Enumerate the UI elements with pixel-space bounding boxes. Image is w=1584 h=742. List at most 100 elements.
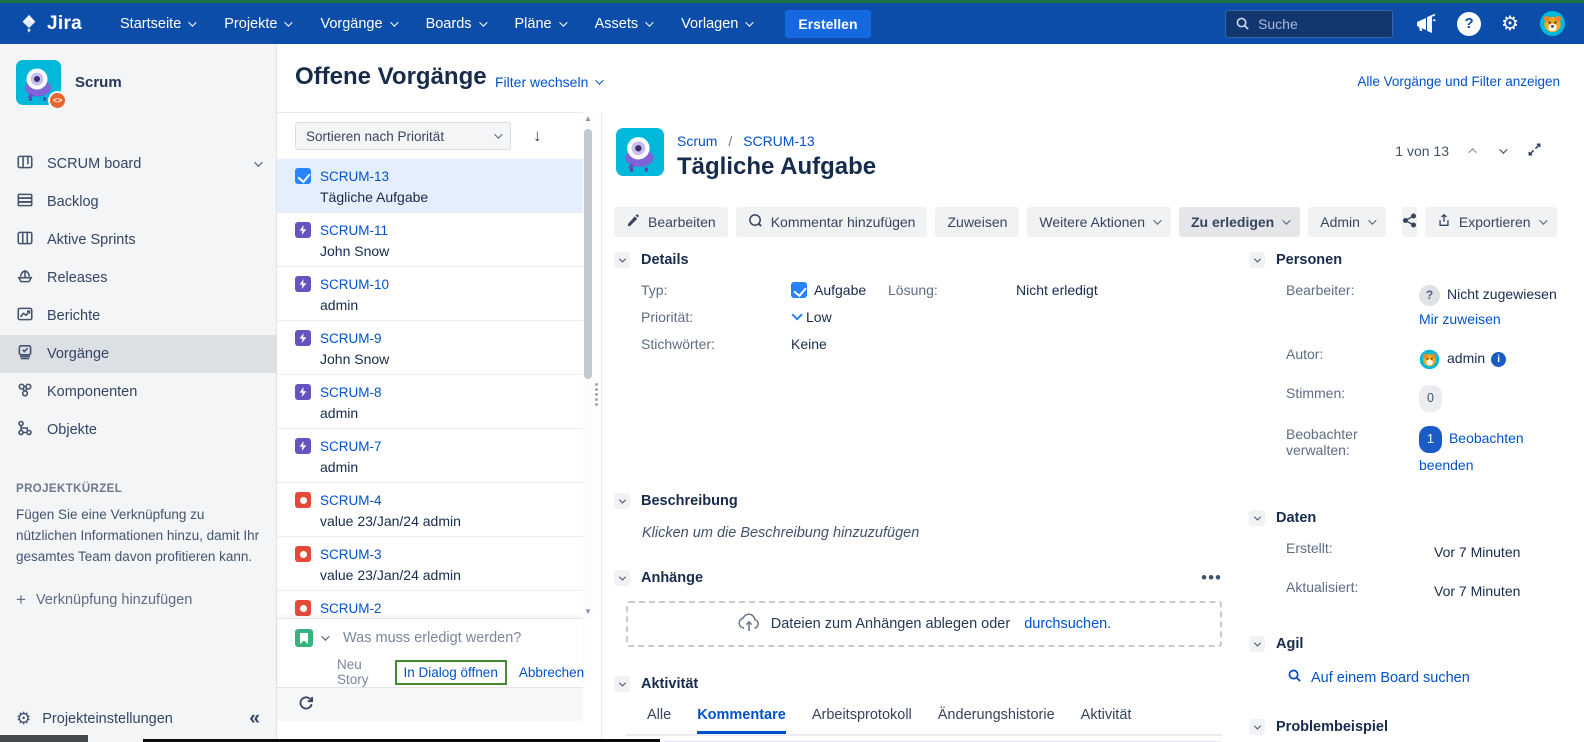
list-footer-bar bbox=[277, 687, 583, 721]
attachment-dropzone[interactable]: Dateien zum Anhängen ablegen oder durchs… bbox=[626, 601, 1222, 647]
search-input[interactable] bbox=[1258, 16, 1378, 32]
browse-link[interactable]: durchsuchen. bbox=[1024, 616, 1111, 632]
issue-key-link[interactable]: SCRUM-4 bbox=[320, 493, 382, 508]
scroll-up-arrow[interactable]: ▲ bbox=[584, 115, 592, 123]
sort-select[interactable]: Sortieren nach Priorität bbox=[295, 122, 511, 150]
problem-heading: Problembeispiel bbox=[1276, 719, 1388, 735]
issue-key-link[interactable]: SCRUM-10 bbox=[320, 277, 389, 292]
create-button[interactable]: Erstellen bbox=[785, 10, 870, 38]
activity-tab[interactable]: Alle bbox=[647, 707, 671, 734]
help-icon[interactable]: ? bbox=[1457, 12, 1481, 36]
watchers-badge[interactable]: 1 bbox=[1419, 426, 1442, 453]
issue-row[interactable]: SCRUM-7 admin bbox=[277, 429, 583, 483]
sidebar-item-releases[interactable]: Releases bbox=[0, 259, 276, 297]
sidebar-item-aktive-sprints[interactable]: Aktive Sprints bbox=[0, 221, 276, 259]
collapse-section-icon[interactable] bbox=[614, 493, 630, 509]
view-on-board-link[interactable]: Auf einem Board suchen bbox=[1287, 668, 1579, 687]
description-placeholder[interactable]: Klicken um die Beschreibung hinzuzufügen bbox=[642, 525, 919, 541]
assign-to-me-link[interactable]: Mir zuweisen bbox=[1419, 311, 1501, 327]
activity-tab[interactable]: Arbeitsprotokoll bbox=[812, 707, 912, 734]
issue-key-link[interactable]: SCRUM-8 bbox=[320, 385, 382, 400]
chevron-up-icon[interactable] bbox=[1468, 148, 1476, 156]
issue-key-link[interactable]: SCRUM-11 bbox=[320, 223, 388, 238]
sidebar-item-komponenten[interactable]: Komponenten bbox=[0, 373, 276, 411]
collapse-section-icon[interactable] bbox=[1249, 252, 1265, 268]
collapse-section-icon[interactable] bbox=[1249, 510, 1265, 526]
open-in-dialog-link[interactable]: In Dialog öffnen bbox=[404, 665, 498, 680]
issue-row[interactable]: SCRUM-11 John Snow bbox=[277, 213, 583, 267]
sort-direction-icon[interactable]: ↓ bbox=[533, 126, 542, 146]
refresh-icon[interactable] bbox=[297, 694, 315, 715]
navbar-item[interactable]: Vorgänge bbox=[320, 16, 395, 32]
project-header[interactable]: <> Scrum bbox=[0, 44, 276, 115]
issue-row[interactable]: SCRUM-10 admin bbox=[277, 267, 583, 321]
story-type-icon[interactable] bbox=[295, 629, 313, 647]
votes-badge[interactable]: 0 bbox=[1419, 385, 1442, 412]
activity-tab[interactable]: Änderungshistorie bbox=[938, 707, 1055, 734]
expand-icon[interactable] bbox=[1527, 142, 1542, 160]
collapse-section-icon[interactable] bbox=[614, 570, 630, 586]
create-summary-input[interactable] bbox=[343, 630, 553, 646]
add-shortcut-link[interactable]: + Verknüpfung hinzufügen bbox=[16, 590, 260, 610]
sidebar-item-scrum-board[interactable]: SCRUM board bbox=[0, 145, 276, 183]
chevron-down-icon[interactable] bbox=[321, 632, 329, 640]
issue-row[interactable]: SCRUM-9 John Snow bbox=[277, 321, 583, 375]
navbar-search[interactable] bbox=[1225, 10, 1393, 38]
navbar-item[interactable]: Vorlagen bbox=[681, 16, 751, 32]
reporter-avatar[interactable] bbox=[1419, 349, 1440, 370]
issue-row[interactable]: SCRUM-2 bbox=[277, 591, 583, 618]
issue-summary: admin bbox=[320, 405, 573, 421]
chevron-down-icon[interactable] bbox=[1499, 145, 1507, 153]
issue-row[interactable]: SCRUM-13 Tägliche Aufgabe bbox=[277, 159, 583, 213]
collapse-section-icon[interactable] bbox=[614, 676, 630, 692]
navbar-item[interactable]: Startseite bbox=[120, 16, 194, 32]
edit-button[interactable]: Bearbeiten bbox=[614, 207, 728, 237]
export-button[interactable]: Exportieren bbox=[1425, 207, 1557, 237]
project-settings-link[interactable]: Projekteinstellungen bbox=[42, 711, 173, 727]
scrollbar-thumb[interactable] bbox=[584, 129, 592, 379]
sidebar-item-backlog[interactable]: Backlog bbox=[0, 183, 276, 221]
jira-logo[interactable]: Jira bbox=[18, 13, 82, 35]
navbar-item[interactable]: Assets bbox=[595, 16, 652, 32]
issue-key-link[interactable]: SCRUM-7 bbox=[320, 439, 382, 454]
user-avatar[interactable] bbox=[1539, 10, 1566, 37]
chevron-down-icon[interactable] bbox=[254, 158, 262, 166]
issue-key-link[interactable]: SCRUM-3 bbox=[320, 547, 382, 562]
megaphone-icon[interactable] bbox=[1413, 12, 1437, 36]
info-icon[interactable]: i bbox=[1491, 352, 1506, 367]
more-actions-button[interactable]: Weitere Aktionen bbox=[1027, 207, 1171, 237]
issue-row[interactable]: SCRUM-4 value 23/Jan/24 admin bbox=[277, 483, 583, 537]
switch-filter-link[interactable]: Filter wechseln bbox=[495, 74, 601, 90]
collapse-section-icon[interactable] bbox=[1249, 636, 1265, 652]
collapse-section-icon[interactable] bbox=[1249, 719, 1265, 735]
activity-tab[interactable]: Kommentare bbox=[697, 707, 786, 734]
issue-row[interactable]: SCRUM-3 value 23/Jan/24 admin bbox=[277, 537, 583, 591]
activity-tab[interactable]: Aktivität bbox=[1081, 707, 1132, 734]
issue-key-link[interactable]: SCRUM-2 bbox=[320, 601, 382, 616]
panel-resize-handle[interactable] bbox=[594, 383, 599, 406]
collapse-section-icon[interactable] bbox=[614, 252, 630, 268]
attachments-menu-icon[interactable]: ••• bbox=[1201, 568, 1222, 588]
cancel-link[interactable]: Abbrechen bbox=[519, 665, 584, 680]
issue-key-link[interactable]: SCRUM-9 bbox=[320, 331, 382, 346]
navbar-item[interactable]: Pläne bbox=[515, 16, 565, 32]
share-button[interactable] bbox=[1402, 207, 1417, 237]
admin-button[interactable]: Admin bbox=[1308, 207, 1386, 237]
gear-icon[interactable]: ⚙ bbox=[1501, 14, 1519, 34]
collapse-sidebar-icon[interactable]: « bbox=[249, 708, 260, 730]
breadcrumb-project-link[interactable]: Scrum bbox=[677, 133, 717, 149]
navbar-item[interactable]: Boards bbox=[426, 16, 485, 32]
issue-key-link[interactable]: SCRUM-13 bbox=[320, 169, 389, 184]
status-button[interactable]: Zu erledigen bbox=[1179, 207, 1300, 237]
assign-button[interactable]: Zuweisen bbox=[935, 207, 1019, 237]
add-comment-button[interactable]: Kommentar hinzufügen bbox=[736, 207, 928, 237]
all-filters-link[interactable]: Alle Vorgänge und Filter anzeigen bbox=[1357, 74, 1560, 89]
issue-row[interactable]: SCRUM-8 admin bbox=[277, 375, 583, 429]
sidebar-item-berichte[interactable]: Berichte bbox=[0, 297, 276, 335]
navbar-item[interactable]: Projekte bbox=[224, 16, 290, 32]
sidebar-item-objekte[interactable]: Objekte bbox=[0, 411, 276, 449]
scroll-down-arrow[interactable]: ▼ bbox=[584, 608, 592, 616]
sidebar-item-vorgaenge[interactable]: Vorgänge bbox=[0, 335, 276, 373]
list-scrollbar[interactable]: ▲ ▼ bbox=[583, 113, 593, 618]
breadcrumb-issue-link[interactable]: SCRUM-13 bbox=[743, 133, 815, 149]
